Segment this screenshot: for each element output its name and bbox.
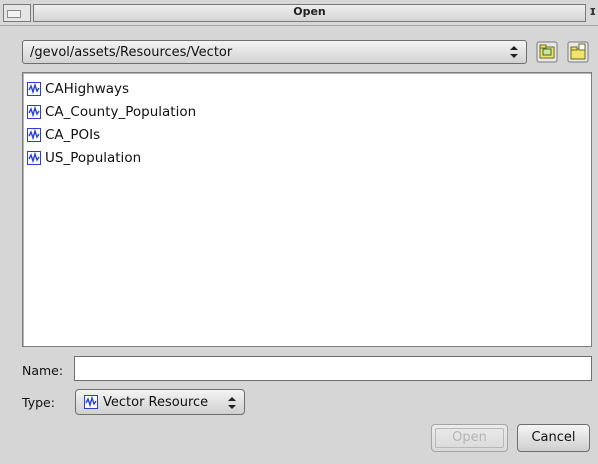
- cancel-button[interactable]: Cancel: [517, 424, 590, 452]
- type-select[interactable]: Vector Resource: [75, 389, 245, 415]
- list-item[interactable]: CA_County_Population: [27, 102, 196, 122]
- open-button-focus-ring: Open: [435, 428, 504, 448]
- vector-resource-icon: [27, 82, 41, 96]
- list-item[interactable]: US_Population: [27, 148, 141, 168]
- file-list[interactable]: CAHighways CA_County_Population CA_POIs …: [22, 72, 592, 347]
- vector-resource-icon: [27, 128, 41, 142]
- list-item[interactable]: CAHighways: [27, 79, 129, 99]
- select-arrows-icon: [510, 46, 518, 58]
- close-icon[interactable]: ɪ: [589, 4, 596, 18]
- vector-resource-icon: [84, 395, 98, 409]
- new-folder-icon: [567, 41, 589, 63]
- title-bar[interactable]: Open ɪ: [0, 0, 598, 26]
- home-folder-icon: [536, 41, 558, 63]
- list-item[interactable]: CA_POIs: [27, 125, 100, 145]
- open-button-label: Open: [452, 430, 487, 445]
- open-dialog: Open ɪ /gevol/assets/Resources/Vector CA…: [0, 0, 598, 464]
- file-name: CA_County_Population: [45, 104, 197, 120]
- vector-resource-icon: [27, 151, 41, 165]
- location-path-text: /gevol/assets/Resources/Vector: [30, 45, 233, 60]
- file-name: CAHighways: [45, 81, 130, 97]
- type-label: Type:: [22, 395, 55, 410]
- name-input[interactable]: [74, 356, 592, 381]
- window-title: Open: [293, 5, 326, 18]
- name-label: Name:: [22, 363, 64, 378]
- vector-resource-icon: [27, 105, 41, 119]
- file-name: US_Population: [45, 150, 142, 166]
- new-folder-button[interactable]: [567, 41, 589, 63]
- select-arrows-icon: [228, 397, 236, 409]
- file-name: CA_POIs: [45, 127, 101, 143]
- window-menu-icon: [7, 10, 21, 18]
- window-menu-button[interactable]: [3, 4, 31, 22]
- type-selected-value: Vector Resource: [103, 395, 209, 410]
- home-folder-button[interactable]: [536, 41, 558, 63]
- cancel-button-label: Cancel: [531, 430, 576, 445]
- open-button[interactable]: Open: [431, 424, 508, 452]
- location-path-select[interactable]: /gevol/assets/Resources/Vector: [22, 40, 527, 64]
